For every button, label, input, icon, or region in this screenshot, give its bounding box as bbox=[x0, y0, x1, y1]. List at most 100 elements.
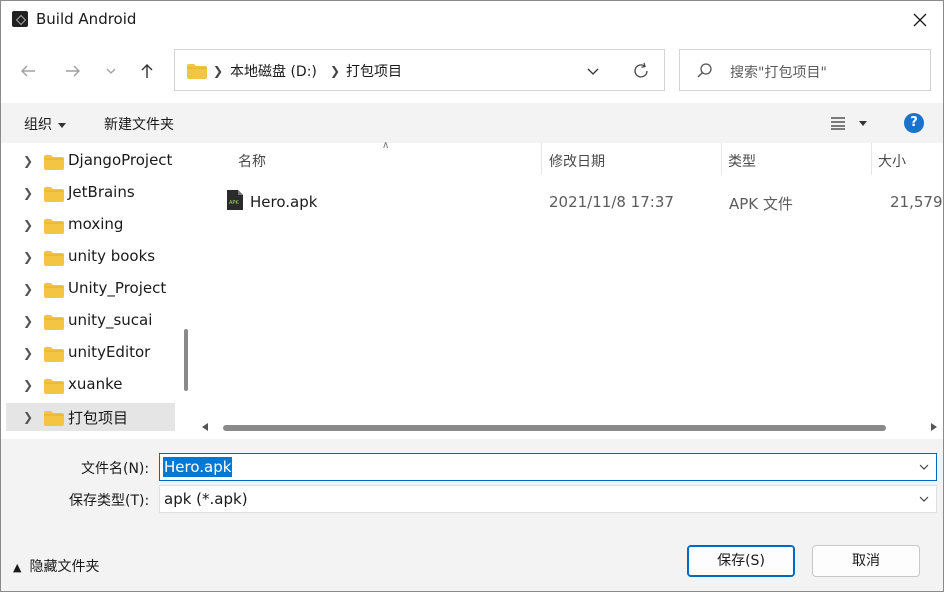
file-list: ∧ 名称 修改日期 类型 大小 APK Hero.apk 2021/11/8 1… bbox=[194, 140, 943, 439]
breadcrumb-folder[interactable]: 打包项目 bbox=[346, 61, 402, 81]
scrollbar-thumb[interactable] bbox=[223, 425, 886, 431]
filetype-label: 保存类型(T): bbox=[69, 493, 150, 509]
column-header-modified[interactable]: 修改日期 bbox=[549, 151, 605, 171]
horizontal-scrollbar[interactable] bbox=[202, 421, 942, 435]
sidebar-item-unity-project[interactable]: ❯ Unity_Project bbox=[6, 275, 175, 303]
expand-chevron-icon[interactable]: ❯ bbox=[23, 186, 33, 200]
folder-icon bbox=[44, 251, 64, 266]
refresh-icon[interactable] bbox=[631, 61, 651, 81]
hide-folders-toggle[interactable]: ▲ 隐藏文件夹 bbox=[13, 556, 99, 576]
sidebar-scrollbar-thumb[interactable] bbox=[184, 329, 188, 391]
command-bar: 组织 新建文件夹 ? bbox=[1, 103, 943, 143]
file-modified: 2021/11/8 17:37 bbox=[549, 193, 674, 211]
scroll-left-icon[interactable] bbox=[202, 423, 208, 431]
sidebar-item-label: unityEditor bbox=[68, 343, 151, 361]
filename-value[interactable]: Hero.apk bbox=[163, 457, 233, 477]
filename-input[interactable]: Hero.apk bbox=[159, 453, 937, 481]
chevron-up-icon: ▲ bbox=[13, 561, 22, 574]
column-header-size[interactable]: 大小 bbox=[878, 151, 906, 171]
address-bar[interactable]: ❯ 本地磁盘 (D:) ❯ 打包项目 bbox=[174, 49, 665, 91]
file-size: 21,579 bbox=[890, 193, 943, 211]
folder-icon bbox=[44, 347, 64, 362]
chevron-down-icon[interactable] bbox=[585, 63, 601, 79]
column-header-type[interactable]: 类型 bbox=[728, 151, 756, 171]
breadcrumb-drive[interactable]: 本地磁盘 (D:) bbox=[230, 61, 317, 81]
save-button[interactable]: 保存(S) bbox=[687, 545, 795, 577]
breadcrumb-chevron-icon[interactable]: ❯ bbox=[213, 64, 223, 78]
caret-down-icon[interactable] bbox=[859, 121, 867, 126]
folder-icon bbox=[44, 315, 64, 330]
sidebar-item-label: moxing bbox=[68, 215, 124, 233]
sidebar-item-xuanke[interactable]: ❯ xuanke bbox=[6, 371, 175, 399]
sidebar-item-djangoproject[interactable]: ❯ DjangoProject bbox=[6, 147, 175, 175]
column-header-name[interactable]: 名称 bbox=[238, 151, 266, 171]
expand-chevron-icon[interactable]: ❯ bbox=[23, 346, 33, 360]
organize-label: 组织 bbox=[24, 117, 52, 133]
save-form: 文件名(N): Hero.apk 保存类型(T): apk (*.apk) ▲ 隐… bbox=[1, 439, 943, 591]
navigation-bar: ❯ 本地磁盘 (D:) ❯ 打包项目 搜索"打包项目" bbox=[1, 39, 943, 103]
sidebar-item-label: xuanke bbox=[68, 375, 123, 393]
expand-chevron-icon[interactable]: ❯ bbox=[23, 410, 33, 424]
up-button[interactable] bbox=[135, 59, 159, 83]
recent-locations-button[interactable] bbox=[99, 59, 123, 83]
hide-folders-label: 隐藏文件夹 bbox=[29, 559, 100, 575]
expand-chevron-icon[interactable]: ❯ bbox=[23, 250, 33, 264]
organize-menu[interactable]: 组织 bbox=[24, 114, 66, 134]
chevron-down-icon[interactable] bbox=[918, 462, 930, 472]
sidebar-item-unity-sucai[interactable]: ❯ unity_sucai bbox=[6, 307, 175, 335]
column-divider[interactable] bbox=[871, 143, 872, 175]
expand-chevron-icon[interactable]: ❯ bbox=[23, 282, 33, 296]
window-title: Build Android bbox=[36, 10, 137, 28]
chevron-down-icon bbox=[106, 68, 116, 74]
unity-app-icon bbox=[12, 11, 28, 27]
sort-ascending-icon: ∧ bbox=[382, 140, 390, 151]
arrow-left-icon bbox=[21, 65, 35, 77]
close-icon bbox=[913, 13, 927, 27]
expand-chevron-icon[interactable]: ❯ bbox=[23, 314, 33, 328]
title-bar: Build Android bbox=[1, 1, 943, 39]
search-box[interactable]: 搜索"打包项目" bbox=[679, 49, 931, 91]
sidebar-item-label: unity books bbox=[68, 247, 156, 265]
caret-down-icon bbox=[58, 122, 66, 128]
file-row[interactable]: APK Hero.apk 2021/11/8 17:37 APK 文件 21,5… bbox=[194, 185, 943, 219]
sidebar-item-moxing[interactable]: ❯ moxing bbox=[6, 211, 175, 239]
column-divider[interactable] bbox=[541, 143, 542, 175]
search-placeholder: 搜索"打包项目" bbox=[730, 65, 827, 81]
file-name: Hero.apk bbox=[250, 193, 318, 211]
sidebar-item-label: unity_sucai bbox=[68, 311, 153, 329]
sidebar-item-jetbrains[interactable]: ❯ JetBrains bbox=[6, 179, 175, 207]
column-divider[interactable] bbox=[721, 143, 722, 175]
sidebar-item-label: DjangoProject bbox=[68, 151, 173, 169]
navigation-pane: ❯ DjangoProject ❯ JetBrains ❯ moxing ❯ u… bbox=[1, 143, 194, 439]
filetype-value: apk (*.apk) bbox=[164, 490, 248, 508]
arrow-right-icon bbox=[66, 65, 80, 77]
folder-icon bbox=[44, 155, 64, 170]
sidebar-item-unityeditor[interactable]: ❯ unityEditor bbox=[6, 339, 175, 367]
sidebar-item-label: JetBrains bbox=[68, 183, 135, 201]
filetype-select[interactable]: apk (*.apk) bbox=[159, 485, 937, 513]
sidebar-item-label: Unity_Project bbox=[68, 279, 167, 297]
chevron-down-icon[interactable] bbox=[918, 494, 930, 504]
scroll-right-icon[interactable] bbox=[931, 423, 937, 431]
expand-chevron-icon[interactable]: ❯ bbox=[23, 378, 33, 392]
close-button[interactable] bbox=[897, 1, 943, 39]
expand-chevron-icon[interactable]: ❯ bbox=[23, 218, 33, 232]
svg-text:APK: APK bbox=[229, 200, 239, 206]
folder-icon bbox=[187, 64, 207, 79]
sidebar-item-dabao-xiangmu[interactable]: ❯ 打包项目 bbox=[6, 403, 175, 431]
expand-chevron-icon[interactable]: ❯ bbox=[23, 154, 33, 168]
view-options-icon[interactable] bbox=[830, 116, 846, 130]
cancel-button[interactable]: 取消 bbox=[812, 545, 920, 577]
back-button[interactable] bbox=[16, 59, 40, 83]
folder-icon bbox=[44, 219, 64, 234]
folder-icon bbox=[44, 379, 64, 394]
forward-button[interactable] bbox=[61, 59, 85, 83]
breadcrumb-chevron-icon[interactable]: ❯ bbox=[330, 64, 340, 78]
arrow-up-icon bbox=[141, 64, 153, 78]
filename-label: 文件名(N): bbox=[81, 461, 150, 477]
folder-icon bbox=[44, 411, 64, 426]
help-icon[interactable]: ? bbox=[904, 113, 924, 133]
sidebar-item-unity-books[interactable]: ❯ unity books bbox=[6, 243, 175, 271]
folder-icon bbox=[44, 187, 64, 202]
new-folder-button[interactable]: 新建文件夹 bbox=[104, 114, 174, 134]
